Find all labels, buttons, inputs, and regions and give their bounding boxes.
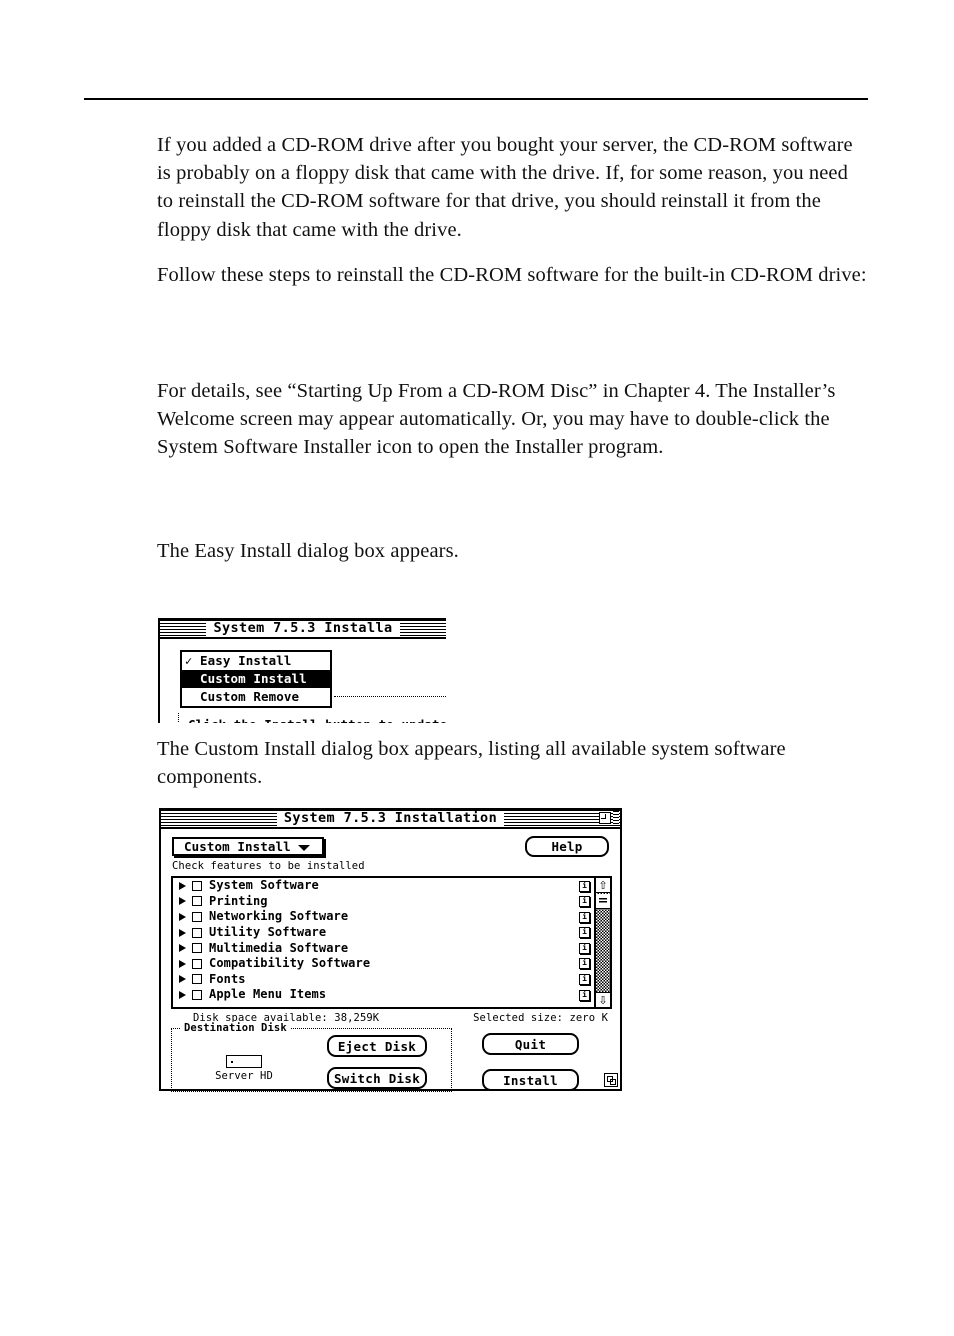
feature-label: Compatibility Software bbox=[209, 956, 371, 971]
scroll-down-glyph: ⇩ bbox=[598, 993, 608, 1007]
resize-grip-icon[interactable] bbox=[604, 1073, 618, 1087]
feature-row[interactable]: Printing i bbox=[173, 894, 594, 910]
feature-row[interactable]: Utility Software i bbox=[173, 925, 594, 941]
selected-size: Selected size: zero K bbox=[473, 1012, 608, 1024]
dialog-left-dotted-edge bbox=[178, 713, 180, 723]
feature-label: Networking Software bbox=[209, 909, 349, 924]
feature-checkbox[interactable] bbox=[192, 958, 202, 969]
feature-row[interactable]: Fonts i bbox=[173, 972, 594, 988]
feature-label: Fonts bbox=[209, 971, 246, 986]
scrollbar-thumb-grip bbox=[599, 898, 607, 904]
destination-disk-name: Server HD bbox=[215, 1070, 273, 1082]
switch-disk-label: Switch Disk bbox=[333, 1070, 421, 1086]
custom-install-titlebar[interactable]: System 7.5.3 Installation bbox=[161, 810, 620, 829]
install-button[interactable]: Install bbox=[482, 1069, 579, 1091]
disclosure-triangle-icon[interactable] bbox=[179, 944, 186, 953]
feature-checkbox[interactable] bbox=[192, 911, 202, 922]
info-icon[interactable]: i bbox=[579, 958, 590, 970]
switch-disk-button[interactable]: Switch Disk bbox=[327, 1067, 427, 1089]
feature-checkbox[interactable] bbox=[192, 943, 202, 954]
easy-install-titlebar[interactable]: System 7.5.3 Installa bbox=[160, 620, 446, 639]
feature-row[interactable]: System Software i bbox=[173, 878, 594, 894]
info-icon[interactable]: i bbox=[579, 974, 590, 986]
install-label: Install bbox=[503, 1072, 558, 1088]
menu-item-custom-remove[interactable]: Custom Remove bbox=[182, 688, 330, 706]
install-mode-popup-label: Custom Install bbox=[184, 839, 291, 854]
titlebar-end-stripes bbox=[613, 811, 619, 825]
feature-row[interactable]: Multimedia Software i bbox=[173, 940, 594, 956]
easy-install-caption: Click the Install button to update to Sy… bbox=[188, 717, 446, 723]
eject-disk-button[interactable]: Eject Disk bbox=[327, 1035, 427, 1057]
easy-install-body: Easy Install Custom Install Custom Remov… bbox=[160, 639, 446, 723]
scrollbar-thumb[interactable] bbox=[596, 894, 610, 909]
feature-checkbox[interactable] bbox=[192, 974, 202, 985]
scroll-down-arrow-icon[interactable]: ⇩ bbox=[596, 992, 610, 1007]
custom-install-title: System 7.5.3 Installation bbox=[276, 811, 505, 826]
feature-label: Utility Software bbox=[209, 925, 327, 940]
info-icon[interactable]: i bbox=[579, 896, 590, 908]
hard-disk-icon bbox=[226, 1055, 262, 1068]
disclosure-triangle-icon[interactable] bbox=[179, 959, 186, 968]
body-paragraph-3: For details, see “Starting Up From a CD-… bbox=[157, 380, 836, 459]
chevron-down-icon bbox=[298, 845, 310, 851]
quit-button[interactable]: Quit bbox=[482, 1033, 579, 1055]
easy-install-title: System 7.5.3 Installa bbox=[206, 621, 400, 636]
body-paragraph-2: Follow these steps to reinstall the CD-R… bbox=[157, 264, 867, 286]
info-icon[interactable]: i bbox=[579, 942, 590, 954]
info-icon[interactable]: i bbox=[579, 911, 590, 923]
feature-checkbox[interactable] bbox=[192, 896, 202, 907]
body-paragraph-1: If you added a CD-ROM drive after you bo… bbox=[157, 134, 853, 241]
info-icon[interactable]: i bbox=[579, 989, 590, 1001]
feature-row[interactable]: Compatibility Software i bbox=[173, 956, 594, 972]
manual-page: If you added a CD-ROM drive after you bo… bbox=[0, 0, 954, 1336]
feature-list-scrollbar[interactable]: ⇧ ⇩ bbox=[594, 878, 610, 1007]
scroll-up-glyph: ⇧ bbox=[598, 878, 608, 892]
info-icon[interactable]: i bbox=[579, 880, 590, 892]
disclosure-triangle-icon[interactable] bbox=[179, 975, 186, 984]
custom-install-dialog: System 7.5.3 Installation Custom Install… bbox=[159, 808, 622, 1092]
help-button[interactable]: Help bbox=[525, 836, 609, 857]
help-button-label: Help bbox=[551, 839, 583, 854]
disclosure-triangle-icon[interactable] bbox=[179, 881, 186, 890]
feature-label: Printing bbox=[209, 893, 268, 908]
feature-rows: System Software i Printing i Networking … bbox=[173, 878, 594, 1007]
disclosure-triangle-icon[interactable] bbox=[179, 990, 186, 999]
feature-row[interactable]: Networking Software i bbox=[173, 909, 594, 925]
feature-list-box: System Software i Printing i Networking … bbox=[171, 876, 612, 1009]
titlebar-stripes-left bbox=[160, 620, 206, 637]
feature-label: Multimedia Software bbox=[209, 940, 349, 955]
install-mode-menu[interactable]: Easy Install Custom Install Custom Remov… bbox=[180, 650, 332, 708]
quit-label: Quit bbox=[514, 1036, 547, 1052]
titlebar-stripes-left bbox=[161, 810, 277, 827]
feature-label: System Software bbox=[209, 878, 319, 893]
scroll-up-arrow-icon[interactable]: ⇧ bbox=[596, 878, 610, 893]
feature-label: Apple Menu Items bbox=[209, 987, 327, 1002]
body-paragraph-4: The Easy Install dialog box appears. bbox=[157, 540, 459, 562]
info-icon[interactable]: i bbox=[579, 927, 590, 939]
feature-list-caption: Check features to be installed bbox=[172, 860, 365, 872]
disclosure-triangle-icon[interactable] bbox=[179, 912, 186, 921]
feature-checkbox[interactable] bbox=[192, 989, 202, 1000]
feature-checkbox[interactable] bbox=[192, 880, 202, 891]
disclosure-triangle-icon[interactable] bbox=[179, 897, 186, 906]
disclosure-triangle-icon[interactable] bbox=[179, 928, 186, 937]
destination-disk: Server HD bbox=[199, 1055, 289, 1082]
install-mode-popup-button[interactable]: Custom Install bbox=[172, 837, 324, 856]
feature-row[interactable]: Apple Menu Items i bbox=[173, 987, 594, 1003]
easy-install-dialog: System 7.5.3 Installa Easy Install Custo… bbox=[158, 618, 446, 723]
menu-item-easy-install[interactable]: Easy Install bbox=[182, 652, 330, 670]
zoom-box-icon[interactable] bbox=[599, 812, 611, 824]
menu-item-custom-install[interactable]: Custom Install bbox=[182, 670, 330, 688]
destination-disk-legend: Destination Disk bbox=[181, 1022, 290, 1034]
feature-checkbox[interactable] bbox=[192, 927, 202, 938]
header-rule bbox=[84, 98, 868, 100]
eject-disk-label: Eject Disk bbox=[337, 1038, 417, 1054]
titlebar-stripes-right bbox=[400, 620, 446, 637]
body-paragraph-5: The Custom Install dialog box appears, l… bbox=[157, 738, 786, 789]
custom-install-body: Custom Install Help Check features to be… bbox=[161, 829, 620, 1092]
dialog-divider-dotted bbox=[334, 696, 446, 698]
